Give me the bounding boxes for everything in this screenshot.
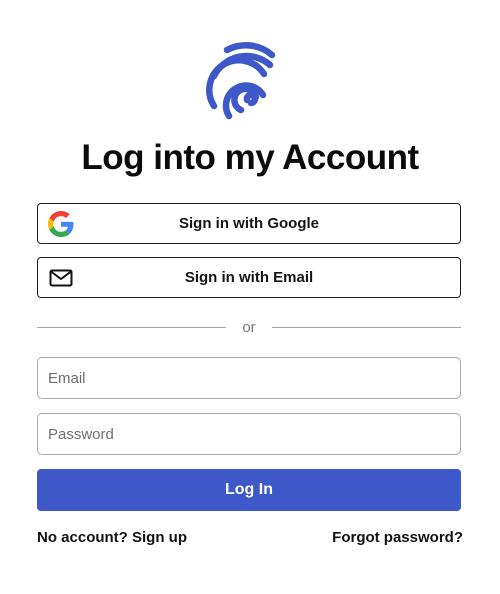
divider-line-right	[272, 327, 461, 328]
or-divider: or	[37, 318, 461, 338]
google-icon	[48, 211, 74, 237]
log-in-button[interactable]: Log In	[37, 469, 461, 511]
page-title: Log into my Account	[81, 138, 419, 177]
sign-in-email-label: Sign in with Email	[184, 269, 314, 286]
sign-in-email-button[interactable]: Sign in with Email	[37, 257, 461, 298]
sign-in-google-button[interactable]: Sign in with Google	[37, 203, 461, 244]
password-field[interactable]	[37, 413, 461, 455]
fingerprint-icon	[206, 42, 276, 120]
sign-in-google-label: Sign in with Google	[179, 215, 319, 232]
sign-up-link[interactable]: No account? Sign up	[37, 528, 187, 548]
email-field[interactable]	[37, 357, 461, 399]
envelope-icon	[49, 269, 73, 287]
divider-label: or	[242, 319, 256, 336]
forgot-password-link[interactable]: Forgot password?	[332, 528, 463, 548]
